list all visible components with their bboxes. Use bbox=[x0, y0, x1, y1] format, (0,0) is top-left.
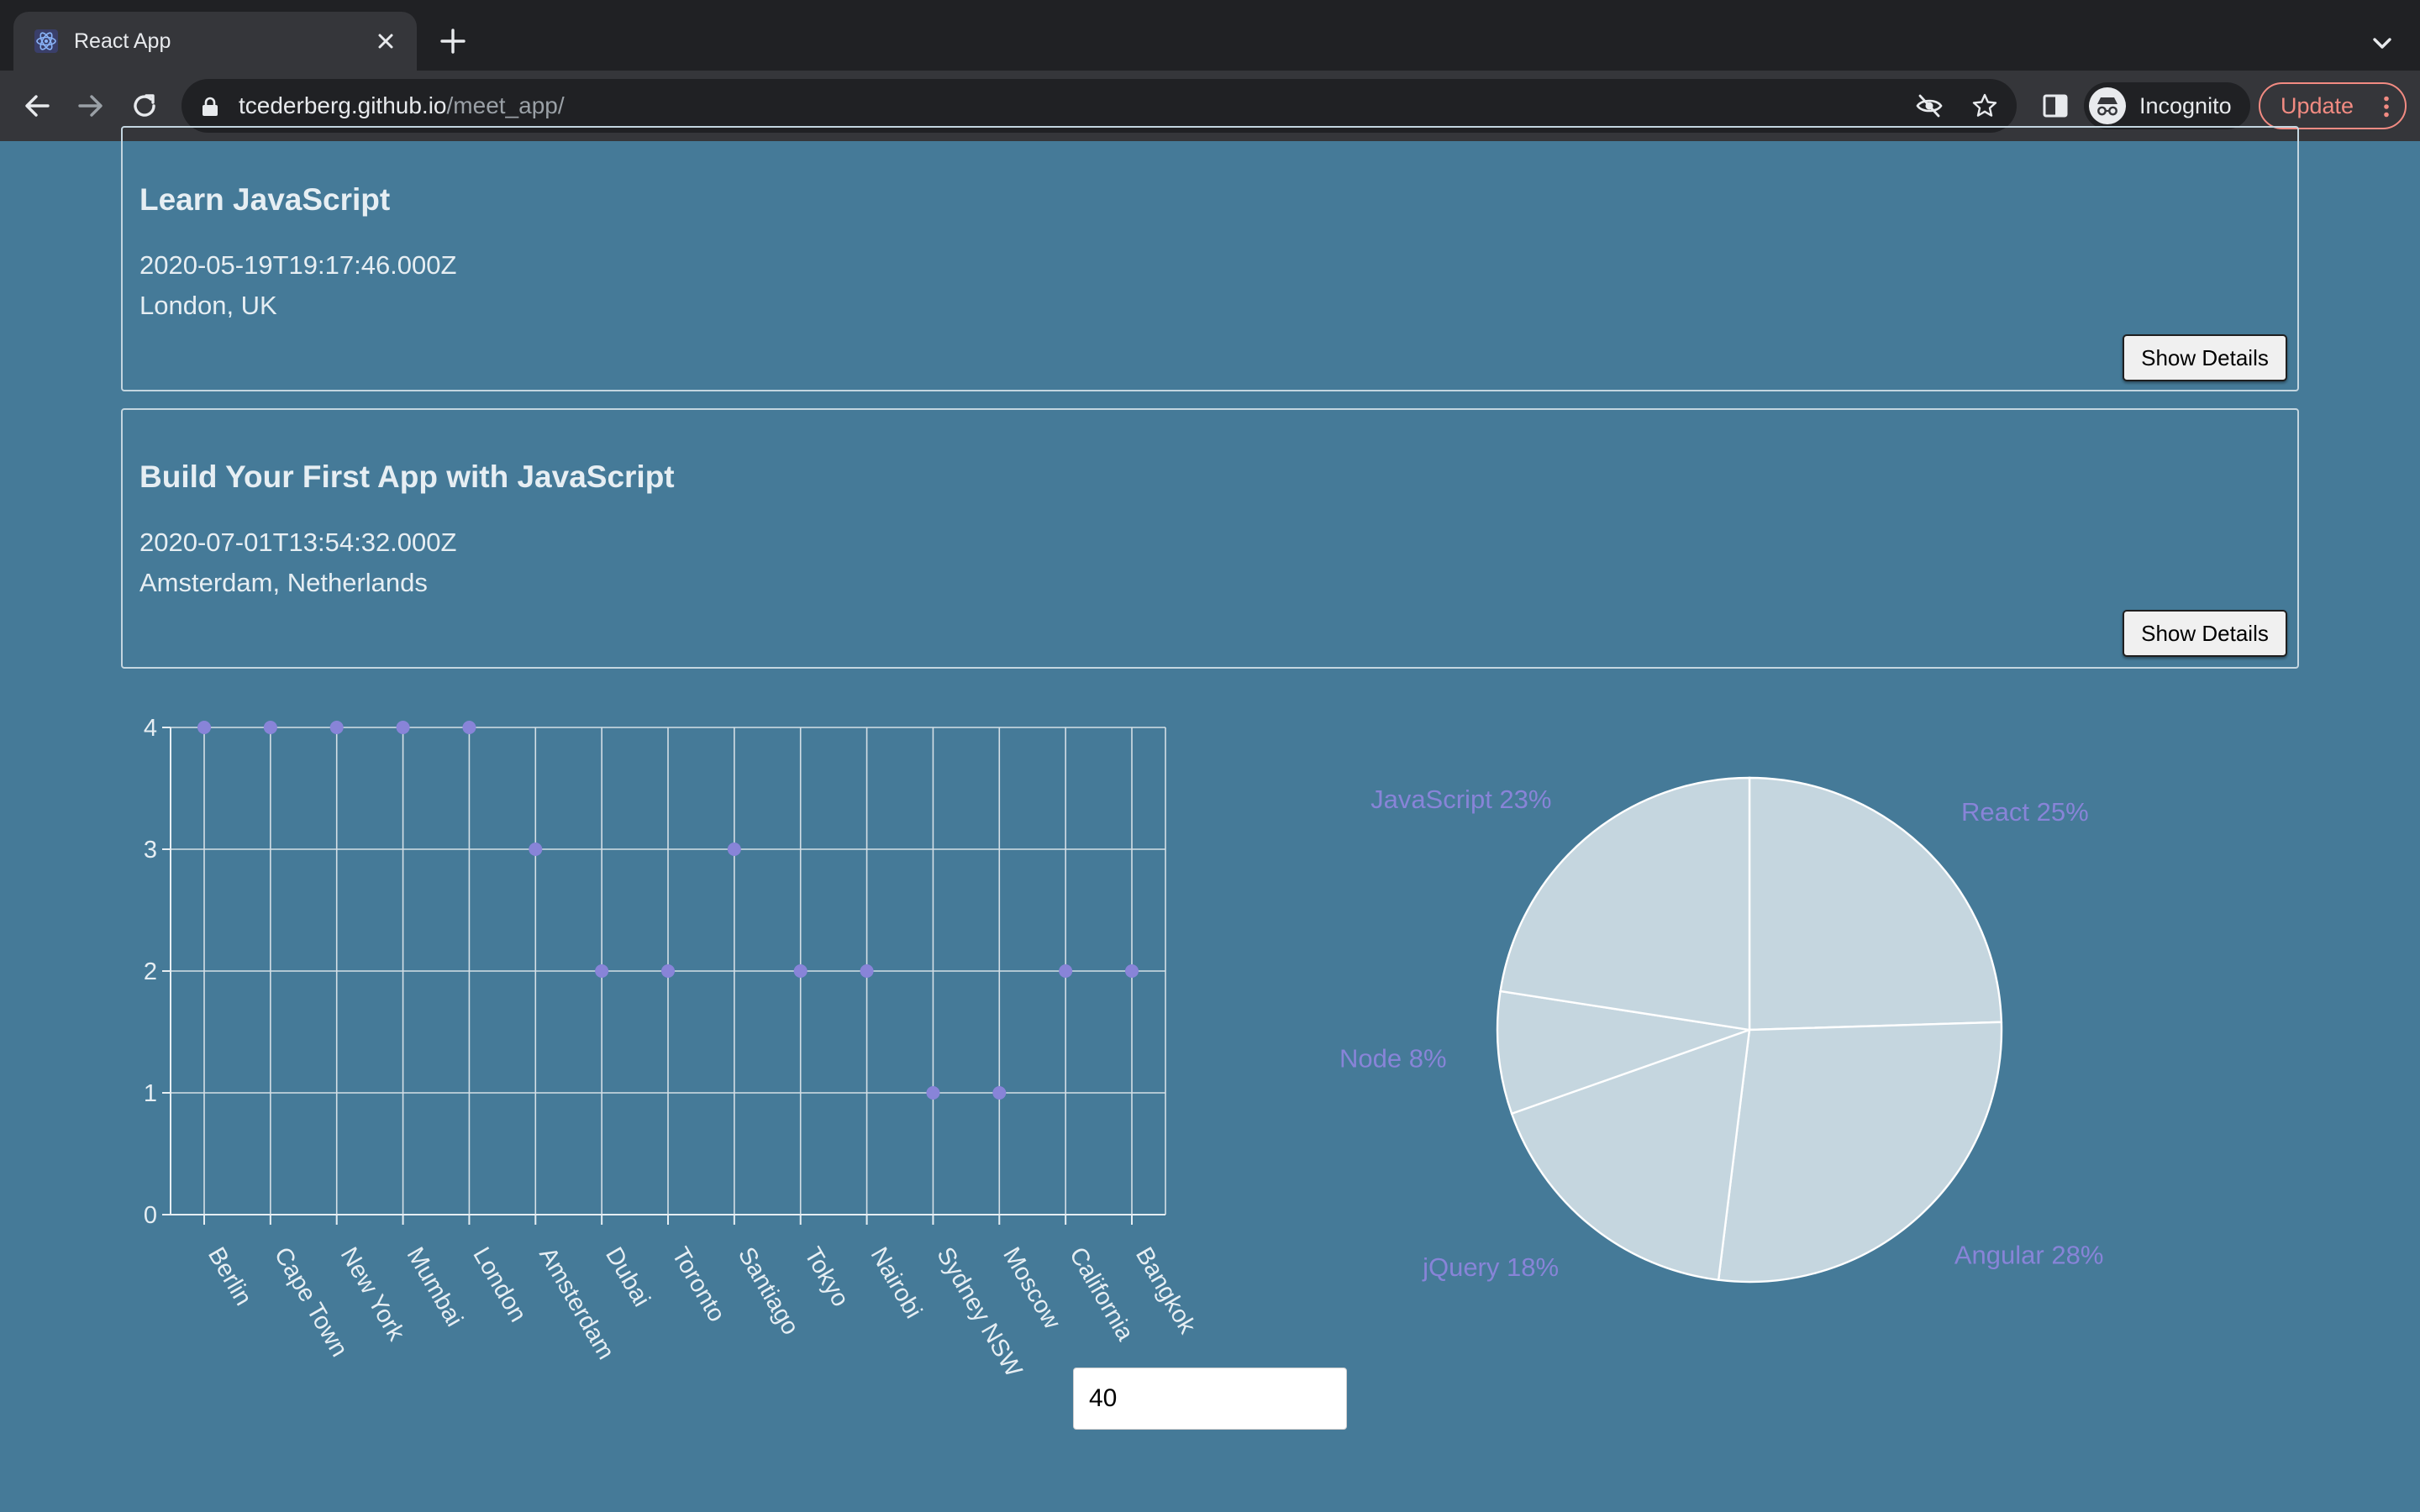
scatter-point bbox=[1059, 964, 1073, 978]
scatter-point bbox=[926, 1086, 940, 1100]
scatter-point bbox=[263, 721, 277, 734]
scatter-x-tick-label: London bbox=[467, 1243, 531, 1327]
scatter-x-tick-label: Nairobi bbox=[865, 1243, 928, 1324]
scatter-x-tick-label: Santiago bbox=[733, 1243, 804, 1340]
pie-label: Angular 28% bbox=[1954, 1241, 2104, 1270]
scatter-y-tick-label: 1 bbox=[144, 1080, 157, 1107]
scatter-point bbox=[860, 964, 874, 978]
scatter-x-tick-label: Berlin bbox=[203, 1243, 257, 1310]
scatter-point bbox=[396, 721, 410, 734]
scatter-point bbox=[329, 721, 344, 734]
scatter-point bbox=[1125, 964, 1139, 978]
scatter-x-tick-label: California bbox=[1064, 1243, 1139, 1347]
scatter-x-tick-label: New York bbox=[335, 1243, 410, 1347]
scatter-point bbox=[727, 843, 741, 856]
pie-slice-javascript bbox=[1499, 776, 1751, 1032]
pie-label: React 25% bbox=[1961, 797, 2089, 827]
scatter-point bbox=[529, 843, 543, 856]
scatter-x-tick-label: Tokyo bbox=[799, 1243, 855, 1312]
pie-label: JavaScript 23% bbox=[1370, 785, 1551, 814]
scatter-point bbox=[595, 964, 609, 978]
genre-pie-chart: React 25% Angular 28% jQuery 18% Node 8% Jav… bbox=[1339, 776, 2104, 1284]
scatter-x-tick-label: Mumbai bbox=[402, 1243, 468, 1331]
scatter-x-tick-label: Toronto bbox=[666, 1243, 730, 1327]
charts-layer: 01234Berlin Cape TownNew YorkMumbai London… bbox=[144, 715, 2104, 1382]
scatter-x-tick-label: Moscow bbox=[997, 1243, 1065, 1335]
scatter-point bbox=[462, 721, 476, 734]
number-of-events-input[interactable] bbox=[1073, 1368, 1347, 1430]
scatter-y-tick-label: 4 bbox=[144, 715, 157, 742]
scatter-point bbox=[793, 964, 808, 978]
pie-label: jQuery 18% bbox=[1422, 1252, 1559, 1282]
scatter-x-tick-label: Dubai bbox=[600, 1243, 655, 1312]
scatter-y-tick-label: 0 bbox=[144, 1202, 157, 1229]
scatter-y-tick-label: 3 bbox=[144, 837, 157, 864]
pie-label: Node 8% bbox=[1339, 1043, 1447, 1073]
scatter-point bbox=[197, 721, 211, 734]
scatter-point bbox=[992, 1086, 1007, 1100]
scatter-y-tick-label: 2 bbox=[144, 958, 157, 985]
events-by-city-scatter-chart: 01234Berlin Cape TownNew YorkMumbai London… bbox=[144, 715, 1201, 1382]
scatter-x-tick-label: Bangkok bbox=[1130, 1243, 1201, 1339]
scatter-point bbox=[661, 964, 675, 978]
